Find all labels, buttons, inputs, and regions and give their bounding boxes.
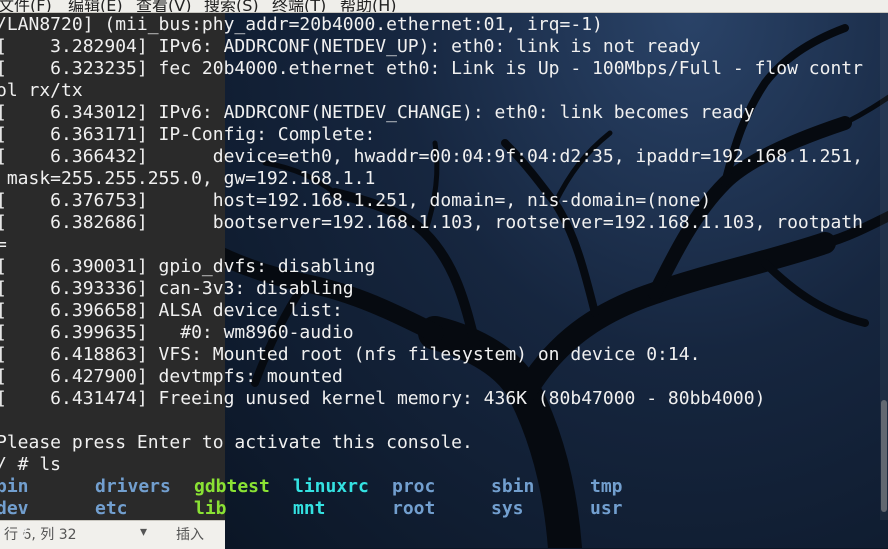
ls-entry: lib	[194, 498, 227, 519]
terminal-line: [ 6.427900] devtmpfs: mounted	[0, 366, 343, 387]
ls-entry: drivers	[95, 476, 171, 497]
menu-terminal[interactable]: 终端(T)	[272, 0, 326, 12]
terminal-line: [ 3.282904] IPv6: ADDRCONF(NETDEV_UP): e…	[0, 36, 701, 57]
ls-entry: mnt	[293, 498, 326, 519]
statusbar: 行 6, 列 32 ▾ 插入	[0, 520, 225, 549]
ls-entry: bin	[0, 476, 29, 497]
terminal-line: [ 6.382686] bootserver=192.168.1.103, ro…	[0, 212, 863, 233]
terminal-line: [ 6.366432] device=eth0, hwaddr=00:04:9f…	[0, 146, 863, 167]
terminal-line: [ 6.399635] #0: wm8960-audio	[0, 322, 354, 343]
menu-file[interactable]: 文件(F)	[0, 0, 52, 12]
terminal-line: [ 6.376753] host=192.168.1.251, domain=,…	[0, 190, 712, 211]
menu-edit[interactable]: 编辑(E)	[68, 0, 123, 12]
ls-entry: sbin	[491, 476, 535, 497]
ls-entry: tmp	[590, 476, 623, 497]
shell-prompt[interactable]: / #	[0, 524, 29, 546]
terminal-output[interactable]: /LAN8720] (mii_bus:phy_addr=20b4000.ethe…	[0, 14, 882, 542]
terminal-line: [ 6.418863] VFS: Mounted root (nfs files…	[0, 344, 701, 365]
ls-entry: proc	[392, 476, 436, 497]
insert-mode[interactable]: 插入	[176, 524, 204, 544]
ls-entry: root	[392, 498, 436, 519]
menu-help[interactable]: 帮助(H)	[340, 0, 397, 12]
terminal-line: / # ls	[0, 454, 62, 475]
terminal-line: [ 6.363171] IP-Config: Complete:	[0, 124, 376, 145]
menubar: 文件(F) 编辑(E) 查看(V) 搜索(S) 终端(T) 帮助(H)	[0, 0, 888, 13]
ls-entry: gdbtest	[194, 476, 270, 497]
terminal-line: [ 6.390031] gpio_dvfs: disabling	[0, 256, 376, 277]
terminal-line: [ 6.343012] IPv6: ADDRCONF(NETDEV_CHANGE…	[0, 102, 755, 123]
ls-entry: dev	[0, 498, 29, 519]
terminal-line: mask=255.255.255.0, gw=192.168.1.1	[0, 168, 376, 189]
terminal-line: /LAN8720] (mii_bus:phy_addr=20b4000.ethe…	[0, 14, 603, 35]
terminal-line: ol rx/tx	[0, 80, 83, 101]
ls-entry: usr	[590, 498, 623, 519]
terminal-line: [ 6.393336] can-3v3: disabling	[0, 278, 354, 299]
menu-search[interactable]: 搜索(S)	[204, 0, 259, 12]
chevron-down-icon[interactable]: ▾	[140, 524, 147, 540]
terminal-line: [ 6.323235] fec 20b4000.ethernet eth0: L…	[0, 58, 863, 79]
terminal-line: [ 6.431474] Freeing unused kernel memory…	[0, 388, 766, 409]
terminal-line: =	[0, 234, 7, 255]
terminal-line: Please press Enter to activate this cons…	[0, 432, 473, 453]
ls-entry: sys	[491, 498, 524, 519]
ls-entry: linuxrc	[293, 476, 369, 497]
menu-view[interactable]: 查看(V)	[136, 0, 191, 12]
terminal-line: [ 6.396658] ALSA device list:	[0, 300, 343, 321]
ls-entry: etc	[95, 498, 128, 519]
